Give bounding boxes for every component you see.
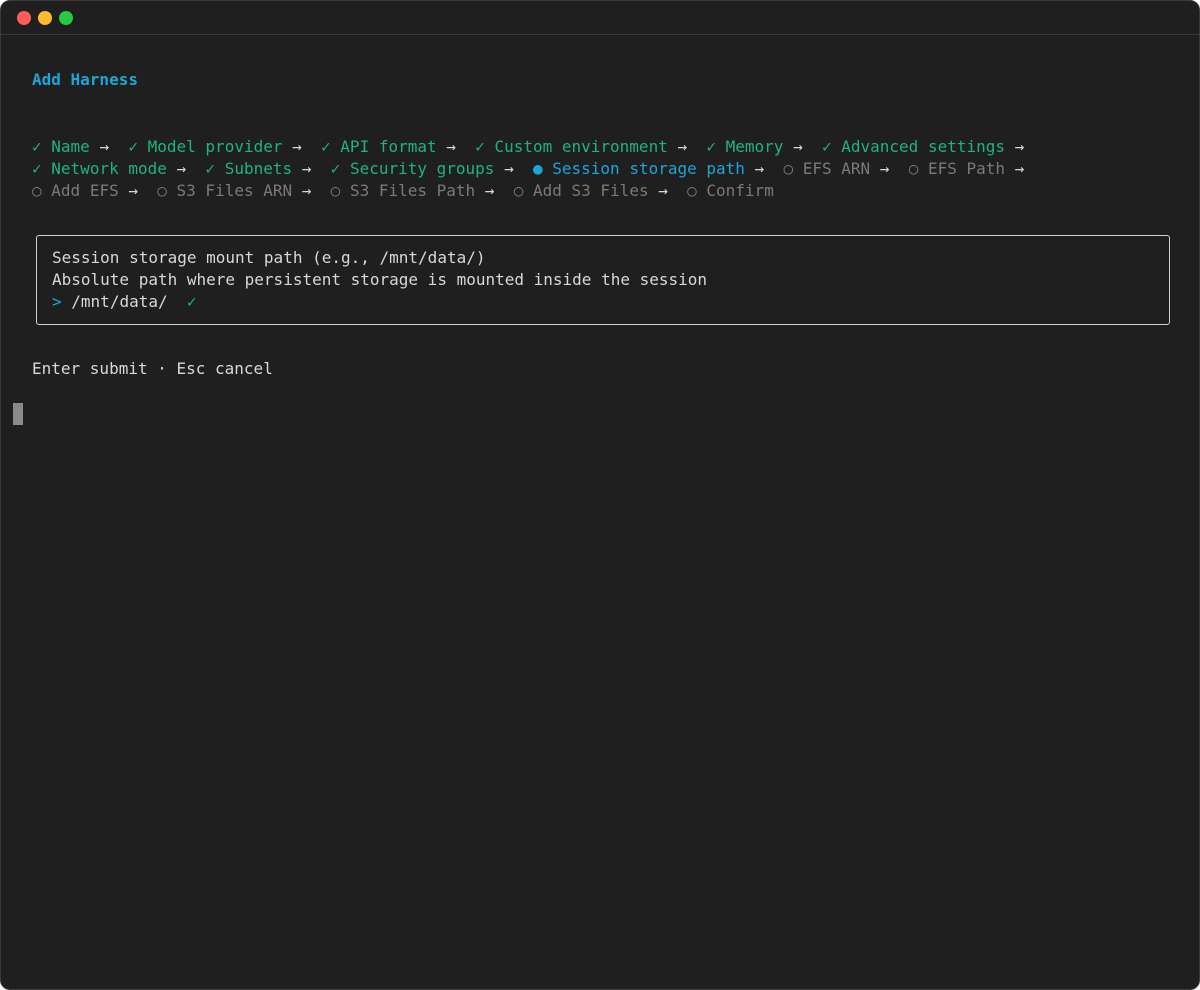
step-label: Subnets — [224, 159, 293, 178]
step-label: Model provider — [147, 137, 283, 156]
step-done-icon: ✓ — [32, 159, 42, 178]
step-item: ○ EFS ARN — [783, 159, 870, 178]
step-item: ✓ Model provider — [128, 137, 282, 156]
step-label: S3 Files ARN — [176, 181, 293, 200]
arrow-right-icon: → — [744, 159, 784, 178]
close-window-button[interactable] — [17, 11, 31, 25]
terminal-cursor — [13, 403, 23, 425]
step-item: ✓ Subnets — [205, 159, 292, 178]
step-label: EFS ARN — [802, 159, 871, 178]
title-bar — [1, 1, 1199, 35]
step-item: ✓ Advanced settings — [822, 137, 1005, 156]
step-pending-icon: ○ — [157, 181, 167, 200]
arrow-right-icon: → — [870, 159, 909, 178]
step-label: Session storage path — [552, 159, 745, 178]
step-pending-icon: ○ — [783, 159, 794, 178]
storage-path-input[interactable]: /mnt/data/ — [71, 292, 167, 311]
arrow-right-icon: → — [494, 159, 533, 178]
step-label: API format — [340, 137, 437, 156]
step-progress-row-2: ✓ Network mode → ✓ Subnets → ✓ Security … — [32, 158, 1044, 180]
step-item: ○ Confirm — [687, 181, 774, 200]
step-done-icon: ✓ — [32, 137, 42, 156]
step-progress-row-3: ○ Add EFS → ○ S3 Files ARN → ○ S3 Files … — [32, 180, 774, 202]
prompt-help-text: Absolute path where persistent storage i… — [52, 270, 708, 289]
step-label: Add EFS — [51, 181, 119, 200]
step-label: Name — [51, 137, 90, 156]
step-item: ○ EFS Path — [909, 159, 1005, 178]
step-pending-icon: ○ — [687, 181, 697, 200]
arrow-right-icon: → — [1005, 137, 1044, 156]
step-pending-icon: ○ — [908, 159, 919, 178]
step-done-icon: ✓ — [330, 159, 341, 178]
step-item: ✓ Custom environment — [475, 137, 668, 156]
arrow-right-icon: → — [166, 159, 206, 178]
prompt-caret-icon: > — [52, 292, 62, 311]
prompt-input-line[interactable]: > /mnt/data/ ✓ — [52, 291, 197, 313]
arrow-right-icon: → — [292, 159, 331, 178]
arrow-right-icon: → — [292, 181, 331, 200]
step-done-icon: ✓ — [475, 137, 485, 156]
step-done-icon: ✓ — [821, 137, 832, 156]
step-pending-icon: ○ — [32, 181, 42, 200]
step-label: Security groups — [349, 159, 495, 178]
step-label: S3 Files Path — [349, 181, 476, 200]
step-item: ✓ Security groups — [331, 159, 495, 178]
prompt-label: Session storage mount path (e.g., /mnt/d… — [52, 248, 486, 267]
valid-check-icon: ✓ — [186, 292, 197, 311]
step-item: ○ S3 Files ARN — [157, 181, 292, 200]
arrow-right-icon: → — [783, 137, 822, 156]
arrow-right-icon: → — [667, 137, 707, 156]
step-done-icon: ✓ — [321, 137, 331, 156]
step-item: ○ S3 Files Path — [331, 181, 476, 200]
step-item: ✓ Name — [32, 137, 90, 156]
key-hints: Enter submit · Esc cancel — [32, 359, 273, 378]
arrow-right-icon: → — [282, 137, 322, 156]
step-done-icon: ✓ — [128, 137, 138, 156]
terminal-window: Add Harness ✓ Name → ✓ Model provider → … — [0, 0, 1200, 990]
step-item: ✓ Network mode — [32, 159, 167, 178]
terminal-content: Add Harness ✓ Name → ✓ Model provider → … — [32, 1, 1024, 200]
step-label: Network mode — [51, 159, 167, 178]
arrow-right-icon: → — [89, 137, 129, 156]
step-pending-icon: ○ — [513, 181, 524, 200]
step-done-icon: ✓ — [205, 159, 216, 178]
step-item: ✓ Memory — [706, 137, 783, 156]
step-item: ● Session storage path — [533, 159, 745, 178]
step-item: ○ Add EFS — [32, 181, 119, 200]
step-label: EFS Path — [927, 159, 1006, 178]
arrow-right-icon: → — [1005, 159, 1044, 178]
step-active-icon: ● — [532, 159, 543, 178]
step-item: ○ Add S3 Files — [514, 181, 649, 200]
input-prompt-box: Session storage mount path (e.g., /mnt/d… — [36, 235, 1170, 325]
step-label: Add S3 Files — [532, 181, 649, 200]
arrow-right-icon: → — [648, 181, 688, 200]
step-label: Advanced settings — [841, 137, 1006, 156]
arrow-right-icon: → — [436, 137, 476, 156]
step-pending-icon: ○ — [330, 181, 341, 200]
arrow-right-icon: → — [475, 181, 514, 200]
step-label: Confirm — [706, 181, 774, 200]
step-label: Memory — [725, 137, 784, 156]
step-progress-row-1: ✓ Name → ✓ Model provider → ✓ API format… — [32, 136, 1044, 158]
arrow-right-icon: → — [118, 181, 158, 200]
step-item: ✓ API format — [321, 137, 437, 156]
step-label: Custom environment — [494, 137, 668, 156]
page-title: Add Harness — [32, 70, 138, 89]
step-done-icon: ✓ — [706, 137, 716, 156]
